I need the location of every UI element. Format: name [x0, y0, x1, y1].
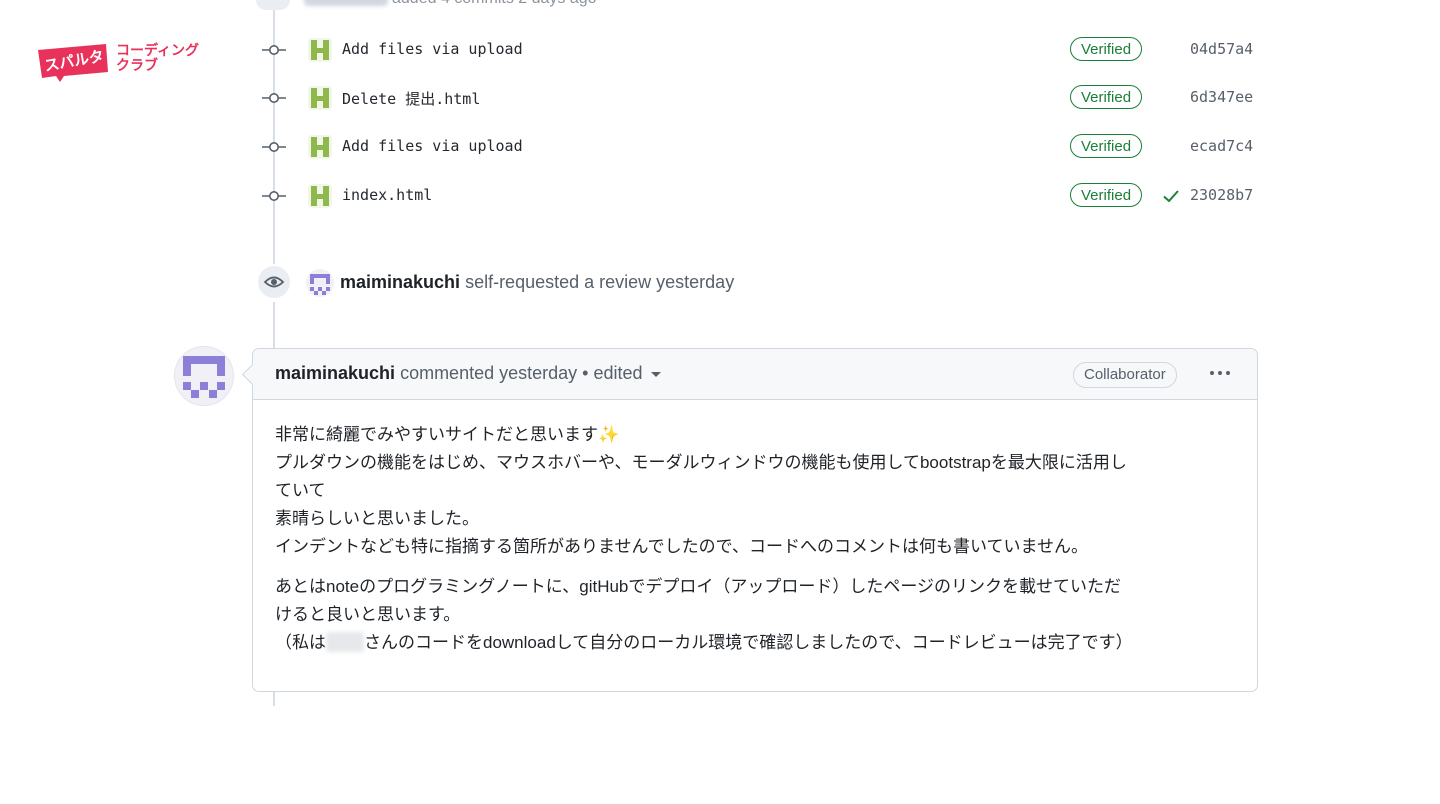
kebab-icon[interactable] [1207, 367, 1233, 379]
comment-author-avatar[interactable] [174, 346, 234, 406]
brand-subtitle-line1: コーディング [116, 42, 200, 58]
identicon-small [310, 274, 330, 295]
commit-message-link[interactable]: Delete 提出.html [342, 88, 480, 109]
commit-row: index.html Verified 23028b7 [262, 183, 1262, 209]
comment-line: プルダウンの機能をはじめ、マウスホバーや、モーダルウィンドウの機能も使用してbo… [275, 453, 1127, 472]
git-commit-icon [262, 93, 286, 103]
commit-group-icon [256, 0, 290, 10]
collaborator-badge: Collaborator [1073, 362, 1177, 388]
comment-line: けると良いと思います。 [275, 605, 461, 624]
comment-line: 素晴らしいと思いました。 [275, 509, 479, 528]
comment-timestamp[interactable]: commented yesterday [400, 363, 577, 383]
eye-icon [263, 276, 285, 288]
commit-sha-link[interactable]: 6d347ee [1190, 88, 1253, 106]
commit-row: Add files via upload Verified 04d57a4 [262, 37, 1262, 63]
timeline-line [273, 692, 275, 706]
eye-icon-badge [256, 264, 292, 300]
comment-line: 非常に綺麗でみやすいサイトだと思います [275, 425, 598, 444]
edited-dropdown[interactable]: edited [594, 363, 661, 383]
verified-badge[interactable]: Verified [1070, 37, 1143, 61]
comment-header: maiminakuchi commented yesterday • edite… [253, 349, 1257, 400]
commit-author-avatar[interactable] [308, 184, 332, 208]
comment-body: 非常に綺麗でみやすいサイトだと思います✨ プルダウンの機能をはじめ、マウスホバー… [275, 421, 1235, 669]
commits-added-text: added 4 commits 2 days ago [392, 0, 597, 8]
review-user-link[interactable]: maiminakuchi [340, 272, 460, 292]
commit-sha-link[interactable]: ecad7c4 [1190, 137, 1253, 155]
brand-logo: スパルタ コーディング クラブ [36, 38, 206, 88]
redacted-username [304, 0, 388, 6]
avatar[interactable] [306, 269, 334, 297]
commit-row: Delete 提出.html Verified 6d347ee [262, 85, 1262, 111]
commit-author-avatar[interactable] [308, 86, 332, 110]
identicon-large [183, 356, 225, 398]
sparkles-icon: ✨ [598, 425, 620, 444]
commit-message-link[interactable]: index.html [342, 186, 432, 204]
commit-row: Add files via upload Verified ecad7c4 [262, 134, 1262, 160]
brand-subtitle: コーディング クラブ [116, 43, 216, 73]
comment-line: インデントなども特に指摘する箇所がありませんでしたので、コードへのコメントは何も… [275, 537, 1088, 556]
comment-line: あとはnoteのプログラミングノートに、gitHubでデプロイ（アップロード）し… [275, 577, 1122, 596]
git-commit-icon [262, 45, 286, 55]
verified-badge[interactable]: Verified [1070, 134, 1143, 158]
commit-sha-link[interactable]: 23028b7 [1190, 186, 1253, 204]
brand-subtitle-line2: クラブ [116, 57, 158, 73]
comment-author-link[interactable]: maiminakuchi [275, 363, 395, 383]
verified-badge[interactable]: Verified [1070, 183, 1143, 207]
verified-badge[interactable]: Verified [1070, 85, 1143, 109]
comment-line-start: （私は [275, 633, 326, 652]
redacted-name [326, 632, 364, 652]
timeline-line [273, 302, 275, 348]
git-commit-icon [262, 191, 286, 201]
git-commit-icon [262, 142, 286, 152]
review-request-event: maiminakuchi self-requested a review yes… [256, 264, 956, 302]
comment-header-text: maiminakuchi commented yesterday • edite… [275, 363, 661, 384]
commit-author-avatar[interactable] [308, 135, 332, 159]
commit-message-link[interactable]: Add files via upload [342, 137, 523, 155]
comment-paragraph: あとはnoteのプログラミングノートに、gitHubでデプロイ（アップロード）し… [275, 573, 1235, 657]
commit-sha-link[interactable]: 04d57a4 [1190, 40, 1253, 58]
review-request-text: maiminakuchi self-requested a review yes… [340, 272, 734, 293]
commit-message-link[interactable]: Add files via upload [342, 40, 523, 58]
commit-author-avatar[interactable] [308, 38, 332, 62]
review-action-text: self-requested a review yesterday [465, 272, 735, 292]
comment-line-end: さんのコードをdownloadして自分のローカル環境で確認しましたので、コードレ… [364, 633, 1133, 652]
check-icon[interactable] [1162, 187, 1180, 205]
edited-label: edited [593, 363, 643, 383]
chevron-down-icon [650, 371, 661, 377]
separator-dot: • [582, 363, 589, 383]
comment-card: maiminakuchi commented yesterday • edite… [252, 348, 1258, 692]
comment-line: ていて [275, 481, 326, 500]
comment-paragraph: 非常に綺麗でみやすいサイトだと思います✨ プルダウンの機能をはじめ、マウスホバー… [275, 421, 1235, 561]
